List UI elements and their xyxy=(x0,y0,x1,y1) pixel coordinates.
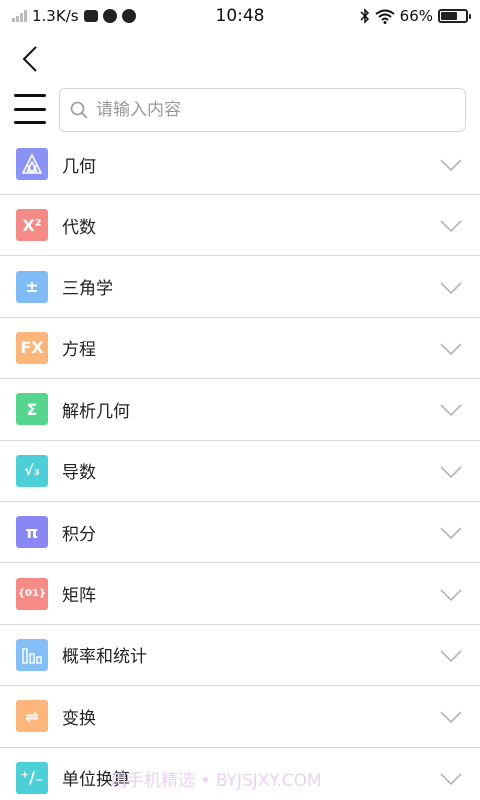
chevron-down-icon[interactable] xyxy=(440,280,462,294)
chevron-down-icon[interactable] xyxy=(440,587,462,601)
battery-fill xyxy=(441,12,457,20)
wifi-icon xyxy=(375,9,395,24)
category-item[interactable]: π 积分 xyxy=(0,502,480,564)
bluetooth-icon xyxy=(360,8,369,24)
category-label: 解析几何 xyxy=(62,401,130,422)
category-icon-glyph: ⇌ xyxy=(25,706,39,726)
chevron-down-icon[interactable] xyxy=(440,525,462,540)
category-icon-glyph: ± xyxy=(25,277,39,297)
status-left: 1.3K/s xyxy=(12,7,136,25)
category-label: 单位换算 xyxy=(62,770,130,791)
category-item[interactable]: 概率和统计 xyxy=(0,625,480,687)
category-label: 代数 xyxy=(62,217,96,238)
chevron-down-icon[interactable] xyxy=(440,218,462,233)
chevron-down-icon[interactable] xyxy=(440,402,462,417)
sqrt-icon: √₃ xyxy=(16,454,48,487)
fx-icon: FX xyxy=(16,331,48,364)
category-label: 三角学 xyxy=(62,279,113,300)
chevron-down-icon[interactable] xyxy=(440,709,462,724)
category-label: 导数 xyxy=(62,463,96,484)
category-icon-glyph: √₃ xyxy=(24,462,40,479)
battery-icon xyxy=(438,9,471,23)
category-icon-glyph: {01} xyxy=(17,588,47,600)
chevron-left-icon xyxy=(22,46,37,72)
category-item[interactable]: Σ 解析几何 xyxy=(0,379,480,441)
plus-minus-slash-icon: ⁺∕₋ xyxy=(16,761,48,794)
category-item[interactable]: X² 代数 xyxy=(0,195,480,257)
swap-arrows-icon: ⇌ xyxy=(16,700,48,733)
chevron-down-icon[interactable] xyxy=(440,771,462,785)
battery-percent: 66% xyxy=(399,7,433,25)
category-label: 矩阵 xyxy=(62,586,96,607)
network-speed: 1.3K/s xyxy=(32,7,79,25)
category-icon-glyph: FX xyxy=(20,338,44,358)
mail-icon xyxy=(83,10,98,22)
category-item[interactable]: 几何 xyxy=(0,134,480,195)
menu-button[interactable] xyxy=(12,92,48,126)
search-icon xyxy=(70,101,88,119)
category-label: 概率和统计 xyxy=(62,647,147,668)
category-item[interactable]: ± 三角学 xyxy=(0,256,480,318)
search-box[interactable] xyxy=(59,88,466,132)
menu-line xyxy=(14,94,46,97)
sigma-icon: Σ xyxy=(16,393,48,426)
chevron-down-icon[interactable] xyxy=(440,648,462,663)
category-item[interactable]: ⇌ 变换 xyxy=(0,686,480,748)
back-button[interactable] xyxy=(16,42,44,76)
category-label: 方程 xyxy=(62,340,96,361)
category-item[interactable]: FX 方程 xyxy=(0,318,480,380)
plus-minus-icon: ± xyxy=(16,270,48,303)
triangles-icon xyxy=(16,148,48,180)
chevron-down-icon[interactable] xyxy=(440,157,462,172)
category-label: 积分 xyxy=(62,524,96,545)
bar-chart-icon xyxy=(16,638,48,671)
category-icon-glyph: π xyxy=(25,522,39,542)
category-item[interactable]: {01} 矩阵 xyxy=(0,563,480,625)
category-list: 几何 X² 代数 ± 三角学 FX 方程 Σ 解析几何 √₃ 导数 π 积分 {01} 矩阵概率和统计 ⇌ 变换… xyxy=(0,134,480,800)
category-icon-glyph: ⁺∕₋ xyxy=(20,768,44,788)
category-label: 变换 xyxy=(62,708,96,729)
category-label: 几何 xyxy=(62,156,96,177)
matrix-icon: {01} xyxy=(16,577,48,610)
category-item[interactable]: √₃ 导数 xyxy=(0,441,480,502)
chevron-down-icon[interactable] xyxy=(440,464,462,478)
search-input[interactable] xyxy=(96,100,436,120)
pi-icon: π xyxy=(16,516,48,549)
app-notification-icon xyxy=(102,9,117,23)
status-right: 66% xyxy=(360,7,471,25)
chevron-down-icon[interactable] xyxy=(440,341,462,356)
x-squared-icon: X² xyxy=(16,209,48,242)
chat-notification-icon xyxy=(121,9,136,23)
signal-icon xyxy=(12,10,27,22)
status-bar: 1.3K/s 10:48 66% xyxy=(0,0,480,32)
menu-line xyxy=(14,121,46,124)
category-icon-glyph: X² xyxy=(22,215,42,235)
category-item[interactable]: ⁺∕₋ 单位换算 xyxy=(0,748,480,800)
category-icon-glyph: Σ xyxy=(26,399,38,419)
menu-line xyxy=(14,107,46,111)
